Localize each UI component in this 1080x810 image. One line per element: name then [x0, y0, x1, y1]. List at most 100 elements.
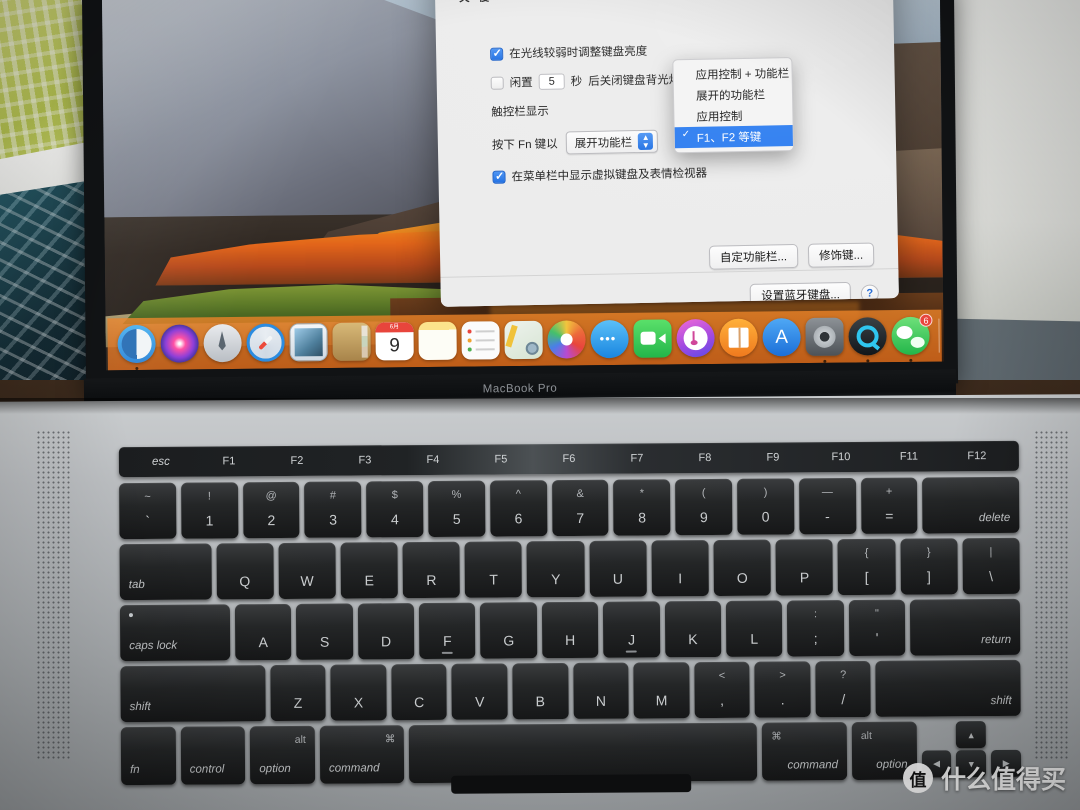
key-u[interactable]: U — [589, 540, 647, 597]
dock-item-system-preferences[interactable] — [805, 317, 844, 363]
key-r[interactable]: R — [402, 541, 461, 599]
dock-item-calendar[interactable]: 6月 9 — [375, 322, 414, 361]
key-h[interactable]: H — [541, 601, 599, 659]
dropdown-item-3[interactable]: ✓ F1、F2 等键 — [674, 125, 793, 149]
key-5[interactable]: % 5 — [428, 480, 486, 537]
key-3[interactable]: # 3 — [304, 481, 362, 538]
key-9[interactable]: ( 9 — [675, 478, 733, 536]
key-comma[interactable]: < , — [694, 661, 751, 719]
dropdown-item-2[interactable]: 应用控制 — [674, 104, 792, 127]
dock-item-notes[interactable] — [418, 321, 457, 361]
key-l[interactable]: L — [725, 600, 783, 657]
keyboard[interactable]: esc F1 F2 F3 F4 F5 F6 F7 F8 F9 F10 F11 F… — [118, 440, 1022, 794]
dock-item-maps[interactable] — [504, 320, 543, 360]
key-w[interactable]: W — [278, 542, 336, 600]
touchbar-shows-dropdown-menu[interactable]: 应用控制 + 功能栏 展开的功能栏 应用控制 ✓ F1、F2 等键 — [672, 57, 795, 154]
key-command-left[interactable]: ⌘ command — [319, 725, 405, 784]
key-7[interactable]: & 7 — [551, 479, 609, 537]
key-s[interactable]: S — [296, 603, 353, 660]
key-y[interactable]: Y — [526, 540, 585, 598]
fn-key-popup-button[interactable]: 展开功能栏 ▲ ▼ — [565, 129, 659, 155]
touchbar-key-f12[interactable]: F12 — [943, 450, 1011, 462]
key-a[interactable]: A — [234, 603, 292, 661]
trackpad-top-edge[interactable] — [451, 774, 692, 794]
key-g[interactable]: G — [480, 602, 538, 659]
touchbar-key-f10[interactable]: F10 — [807, 451, 875, 463]
touchbar-key-f7[interactable]: F7 — [603, 452, 671, 464]
touch-bar[interactable]: esc F1 F2 F3 F4 F5 F6 F7 F8 F9 F10 F11 F… — [118, 440, 1020, 478]
dock[interactable]: 6月 9 ••• A 6 — [107, 309, 942, 371]
key-v[interactable]: V — [451, 663, 508, 720]
key-backslash[interactable]: | \ — [962, 537, 1020, 595]
key-caps-lock[interactable]: caps lock — [119, 604, 231, 662]
dock-item-reminders[interactable] — [461, 321, 500, 360]
dropdown-item-0[interactable]: 应用控制 + 功能栏 — [673, 62, 791, 85]
key-backtick[interactable]: ~ ` — [119, 482, 177, 540]
key-return[interactable]: return — [909, 598, 1021, 656]
key-2[interactable]: @ 2 — [242, 481, 300, 539]
key-semicolon[interactable]: : ; — [787, 600, 844, 657]
key-fn[interactable]: fn — [120, 726, 176, 786]
key-slash[interactable]: ? / — [815, 660, 872, 718]
key-x[interactable]: X — [330, 664, 387, 721]
dock-item-finder[interactable] — [117, 324, 156, 371]
key-k[interactable]: K — [664, 600, 722, 658]
key-0[interactable]: ) 0 — [737, 478, 795, 535]
key-delete[interactable]: delete — [922, 476, 1020, 534]
checkbox-row-menubar-viewer[interactable]: 在菜单栏中显示虚拟键盘及表情检视器 — [492, 162, 872, 185]
key-arrow-up[interactable]: ▲ — [956, 721, 987, 749]
touchbar-key-f6[interactable]: F6 — [535, 453, 603, 465]
key-equals[interactable]: + = — [860, 477, 918, 534]
menubar-viewer-checkbox[interactable] — [492, 170, 506, 184]
touchbar-key-f4[interactable]: F4 — [399, 454, 467, 466]
dock-item-facetime[interactable] — [633, 319, 672, 358]
key-c[interactable]: C — [391, 663, 448, 721]
dock-item-contacts[interactable] — [332, 322, 371, 361]
touchbar-key-f2[interactable]: F2 — [263, 455, 331, 467]
dock-item-messages[interactable]: ••• — [590, 319, 629, 359]
dock-item-mail[interactable] — [289, 323, 328, 362]
key-f[interactable]: F — [418, 602, 476, 660]
key-bracket-right[interactable]: } ] — [900, 538, 958, 595]
dropdown-item-1[interactable]: 展开的功能栏 — [674, 83, 792, 106]
dock-item-siri[interactable] — [160, 324, 199, 363]
key-period[interactable]: > . — [754, 661, 811, 718]
key-n[interactable]: N — [572, 662, 629, 719]
key-o[interactable]: O — [713, 539, 772, 596]
key-e[interactable]: E — [340, 542, 398, 599]
customize-touchbar-button[interactable]: 自定功能栏... — [708, 243, 799, 270]
key-m[interactable]: M — [633, 662, 690, 719]
touchbar-key-f9[interactable]: F9 — [739, 451, 807, 464]
touchbar-key-f11[interactable]: F11 — [875, 450, 943, 463]
key-q[interactable]: Q — [215, 543, 274, 600]
touchbar-key-esc[interactable]: esc — [127, 456, 195, 468]
dock-item-itunes[interactable] — [676, 318, 715, 358]
touchbar-key-f1[interactable]: F1 — [195, 455, 263, 467]
key-d[interactable]: D — [357, 603, 415, 660]
key-i[interactable]: I — [651, 540, 709, 597]
key-z[interactable]: Z — [269, 664, 326, 722]
dock-item-safari[interactable] — [246, 323, 285, 362]
delay-until-repeat-slider[interactable]: 长 短 — [702, 0, 869, 1]
dock-item-wechat[interactable]: 6 — [891, 313, 933, 362]
key-1[interactable]: ! 1 — [180, 482, 239, 539]
dock-item-launchpad[interactable] — [203, 323, 242, 363]
modifier-keys-button[interactable]: 修饰键... — [807, 242, 875, 268]
key-p[interactable]: P — [775, 539, 834, 596]
key-repeat-slider[interactable]: 关 慢 快 — [458, 0, 625, 5]
key-quote[interactable]: " ' — [848, 599, 906, 657]
key-command-right[interactable]: ⌘ command — [762, 722, 848, 781]
key-option-left[interactable]: alt option — [250, 725, 316, 785]
dock-item-books[interactable] — [719, 318, 758, 357]
key-shift-left[interactable]: shift — [120, 665, 266, 723]
dock-item-app-store[interactable]: A — [762, 318, 801, 357]
key-b[interactable]: B — [512, 663, 569, 720]
key-control[interactable]: control — [180, 726, 246, 785]
touchbar-key-f3[interactable]: F3 — [331, 454, 399, 466]
key-t[interactable]: T — [464, 541, 523, 598]
dock-item-photos[interactable] — [547, 320, 586, 359]
system-preferences-keyboard-window[interactable]: 关 慢 快 长 — [433, 0, 899, 307]
touchbar-key-f5[interactable]: F5 — [467, 453, 535, 465]
touchbar-key-f8[interactable]: F8 — [671, 452, 739, 464]
key-tab[interactable]: tab — [119, 543, 212, 601]
